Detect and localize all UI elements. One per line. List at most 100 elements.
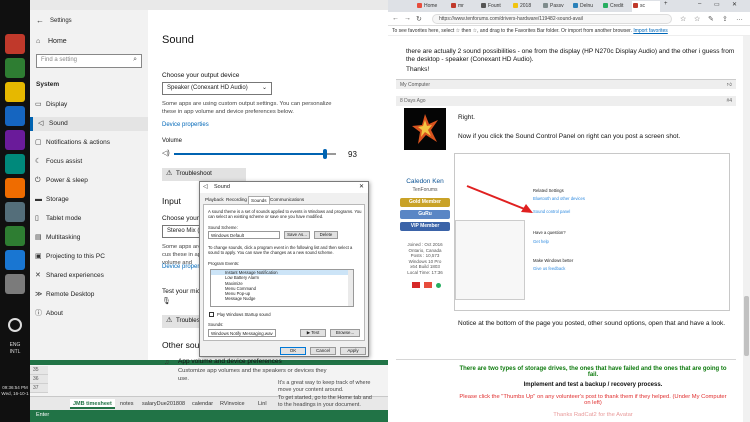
tab-sounds[interactable]: Sounds: [248, 196, 270, 204]
favicon-icon: [633, 3, 638, 8]
taskbar-app-icon[interactable]: [5, 34, 25, 54]
output-device-value: Speaker (Conexant HD Audio): [167, 85, 248, 91]
avatar[interactable]: [404, 108, 446, 150]
browser-tab[interactable]: Delnu: [572, 1, 602, 12]
nav-item-display[interactable]: ▭ Display: [30, 98, 148, 112]
cancel-button[interactable]: Cancel: [310, 347, 336, 355]
clock-date[interactable]: Wed, 16-10-1: [0, 391, 30, 397]
test-button[interactable]: ▶ Test: [300, 329, 326, 337]
sheet-tab[interactable]: Linl: [258, 399, 267, 409]
nav-item-remote-desktop[interactable]: ≫ Remote Desktop: [30, 288, 148, 302]
sheet-tab[interactable]: RVinvoice: [220, 399, 245, 409]
troubleshoot-button[interactable]: ⚠ Troubleshoot: [162, 168, 246, 181]
browser-tab[interactable]: Fount: [480, 1, 512, 12]
list-item[interactable]: Message Nudge: [211, 296, 353, 301]
taskbar-app-icon[interactable]: [5, 130, 25, 150]
scheme-select[interactable]: Windows Default: [208, 231, 280, 239]
taskbar-app-icon[interactable]: [5, 82, 25, 102]
address-bar[interactable]: https://www.tenforums.com/drivers-hardwa…: [432, 14, 672, 24]
my-computer-bar[interactable]: My Computer 👍︎: [396, 79, 736, 89]
keyboard-layout[interactable]: INTL: [0, 349, 30, 355]
nav-item-power-sleep[interactable]: ⏻ Power & sleep: [30, 174, 148, 188]
delete-button[interactable]: Delete: [314, 231, 338, 239]
taskbar-app-icon[interactable]: [5, 178, 25, 198]
tab-recording[interactable]: Recording: [224, 196, 249, 204]
language-indicator[interactable]: ENG: [0, 342, 30, 348]
nav-item-notifications[interactable]: ▢ Notifications & actions: [30, 136, 148, 150]
username-link[interactable]: Caledon Ken: [396, 178, 454, 185]
wifi-icon[interactable]: [8, 318, 22, 332]
taskbar-app-icon[interactable]: [5, 226, 25, 246]
nav-item-shared-experiences[interactable]: ✕ Shared experiences: [30, 269, 148, 283]
volume-slider-fill: [174, 153, 325, 155]
taskbar-app-icon[interactable]: [5, 154, 25, 174]
device-properties-link[interactable]: Device properties: [162, 122, 209, 128]
star-icon[interactable]: ☆: [680, 15, 686, 23]
share-icon[interactable]: ⇪: [722, 15, 728, 23]
attached-screenshot[interactable]: Related Settings Bluetooth and other dev…: [454, 153, 730, 311]
events-scrollbar[interactable]: [348, 270, 353, 306]
nav-item-about[interactable]: ⓘ About: [30, 307, 148, 321]
nav-item-sound[interactable]: ◁ Sound: [30, 117, 148, 131]
scrollbar-thumb[interactable]: [744, 296, 749, 356]
minimize-icon[interactable]: –: [698, 1, 701, 7]
post-number[interactable]: #4: [726, 98, 732, 104]
taskbar: ENG INTL 09:36:54 PM Wed, 16-10-1: [0, 0, 30, 422]
browser-tab[interactable]: Passv: [542, 1, 572, 12]
browse-button[interactable]: Browse...: [330, 329, 360, 337]
taskbar-app-icon[interactable]: [5, 250, 25, 270]
home-link[interactable]: ⌂ Home: [36, 38, 67, 45]
tab-playback[interactable]: Playback: [203, 196, 226, 204]
back-arrow-icon[interactable]: ←: [36, 16, 44, 25]
back-arrow-icon[interactable]: ←: [392, 15, 399, 22]
save-as-button[interactable]: Save As...: [284, 231, 310, 239]
taskbar-app-icon[interactable]: [5, 106, 25, 126]
apply-button[interactable]: Apply: [340, 347, 366, 355]
settings-sidebar: ← Settings ⌂ Home Find a setting ⌕ System…: [30, 10, 148, 360]
app-volume-link[interactable]: App volume and device preferences: [178, 358, 282, 365]
sheet-tab[interactable]: notes: [120, 399, 133, 409]
browser-scrollbar[interactable]: [743, 36, 750, 422]
thumbs-up-icon[interactable]: 👍︎: [727, 82, 732, 88]
nav-item-multitasking[interactable]: ▤ Multitasking: [30, 231, 148, 245]
close-icon[interactable]: ✕: [359, 183, 364, 190]
taskbar-app-icon[interactable]: [5, 58, 25, 78]
browser-tab[interactable]: Credit: [602, 1, 632, 12]
sheet-tab[interactable]: calendar: [192, 399, 213, 409]
import-favorites-link[interactable]: Import favorites: [633, 28, 667, 34]
sheet-tab[interactable]: salaryDue201808: [142, 399, 185, 409]
close-icon[interactable]: ✕: [732, 1, 737, 8]
favicon-icon: [543, 3, 548, 8]
volume-slider-thumb[interactable]: [323, 149, 327, 159]
power-icon: ⏻: [35, 177, 41, 184]
nav-item-storage[interactable]: ▬ Storage: [30, 193, 148, 207]
sound-file-select[interactable]: Windows Notify Messaging.wav: [208, 329, 276, 337]
user-info-line: Local Time: 17:36: [407, 269, 443, 275]
browser-tab[interactable]: mr: [450, 1, 480, 12]
taskbar-app-icon[interactable]: [5, 202, 25, 222]
signature-divider: [396, 359, 736, 360]
new-tab-icon[interactable]: +: [664, 1, 668, 7]
output-device-select[interactable]: Speaker (Conexant HD Audio) ⌄: [162, 82, 272, 95]
reading-icon[interactable]: ✎: [708, 15, 714, 23]
ok-button[interactable]: OK: [280, 347, 306, 355]
program-events-list[interactable]: Instant Message Notification Low Battery…: [210, 269, 354, 307]
forward-arrow-icon[interactable]: →: [404, 15, 411, 22]
favorites-icon[interactable]: ☆: [694, 15, 700, 23]
browser-tab[interactable]: Home: [416, 1, 450, 12]
tab-communications[interactable]: Communications: [268, 196, 306, 204]
sheet-tab[interactable]: JMB timesheet: [70, 399, 115, 409]
nav-item-tablet-mode[interactable]: ▯ Tablet mode: [30, 212, 148, 226]
sound-file-value: Windows Notify Messaging.wav: [211, 331, 273, 336]
nav-item-projecting[interactable]: ▣ Projecting to this PC: [30, 250, 148, 264]
maximize-icon[interactable]: ▭: [714, 1, 720, 8]
shot-feedback-link: Give us feedback: [533, 266, 566, 271]
taskbar-app-icon[interactable]: [5, 274, 25, 294]
more-icon[interactable]: …: [736, 15, 743, 22]
startup-sound-checkbox[interactable]: [209, 312, 214, 317]
nav-item-focus-assist[interactable]: ☾ Focus assist: [30, 155, 148, 169]
find-setting-input[interactable]: Find a setting ⌕: [36, 54, 142, 68]
refresh-icon[interactable]: ↻: [416, 15, 422, 23]
browser-tab[interactable]: 2018: [512, 1, 542, 12]
browser-tab-active[interactable]: sc: [632, 1, 660, 12]
